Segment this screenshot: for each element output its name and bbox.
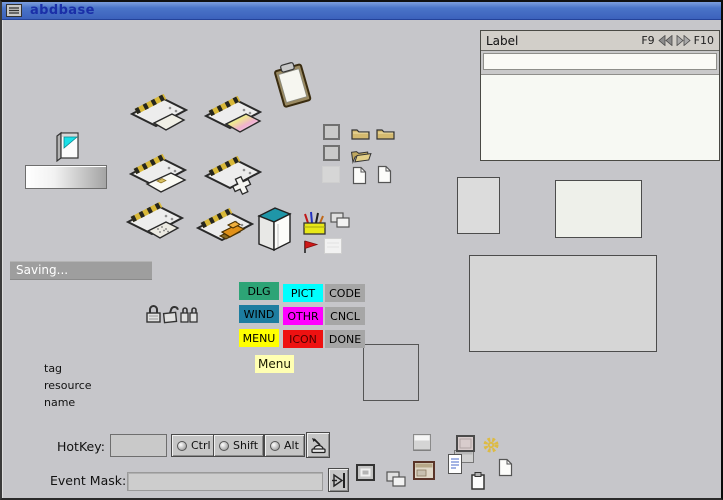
page-icon[interactable] [498,458,513,477]
folder-open-icon[interactable] [350,147,373,164]
document-icon[interactable] [352,166,367,185]
lock-pair-icon[interactable] [180,303,200,324]
preview-box-medium[interactable] [555,180,642,238]
paintbox-icon[interactable] [301,208,329,238]
alt-radio[interactable] [270,441,280,451]
window-plain-icon[interactable] [456,435,475,452]
label-list[interactable] [481,74,719,160]
resource-label: resource [44,379,92,392]
square-slot-icon[interactable] [323,145,340,161]
menu-tag[interactable]: Menu [255,355,294,373]
tag-label: tag [44,362,62,375]
clipboard-small-icon[interactable] [471,472,485,490]
window-raised-icon[interactable] [413,434,431,451]
window-3d-icon[interactable] [52,128,82,162]
alt-toggle[interactable]: Alt [264,434,305,457]
dlg-button[interactable]: DLG [239,282,279,300]
nested-squares-icon[interactable] [356,464,375,481]
label-panel-title: Label [486,34,641,48]
titlebar[interactable]: abdbase [2,2,721,20]
icon-button[interactable]: ICON [283,330,323,348]
shift-radio[interactable] [219,441,229,451]
hotkey-pick-button[interactable] [306,432,330,458]
preview-box-large[interactable] [469,255,657,352]
done-button[interactable]: DONE [325,330,365,348]
window-dark-icon[interactable] [413,461,435,480]
next-arrows-icon[interactable] [676,35,691,46]
builder-template-icon[interactable] [194,204,254,260]
code-button[interactable]: CODE [325,284,365,302]
ctrl-radio[interactable] [177,441,187,451]
label-panel-header: Label F9 F10 [481,31,719,51]
lock-closed-icon[interactable] [145,303,162,324]
ctrl-toggle[interactable]: Ctrl [171,434,217,457]
gear-icon[interactable] [483,437,499,453]
gradient-bar[interactable] [25,165,107,189]
cncl-button[interactable]: CNCL [325,307,365,325]
preview-box-small[interactable] [457,177,500,234]
key-next-label: F10 [694,34,714,47]
event-mask-label: Event Mask: [50,473,126,488]
folder-icon[interactable] [351,126,371,141]
enter-arrow-icon [331,471,347,490]
flag-icon[interactable] [300,238,321,255]
square-slot-icon[interactable] [323,124,340,140]
stamp-icon [309,436,327,454]
clipboard-icon[interactable] [268,60,318,110]
event-mask-pick-button[interactable] [328,468,349,492]
prev-arrows-icon[interactable] [658,35,673,46]
label-input[interactable] [484,58,716,73]
folder-icon[interactable] [376,126,396,141]
key-prev-label: F9 [641,34,654,47]
othr-button[interactable]: OTHR [283,307,323,325]
pict-button[interactable]: PICT [283,284,323,302]
hotkey-input[interactable] [110,434,167,457]
square-slot-icon[interactable] [322,166,340,183]
tool-template-icon[interactable] [202,152,262,210]
hotkey-label: HotKey: [57,439,105,454]
book-icon[interactable] [257,204,293,254]
status-saving: Saving... [10,261,152,280]
label-panel: Label F9 F10 [480,30,720,161]
event-mask-input[interactable] [127,472,323,491]
name-label: name [44,396,75,409]
app-window: abdbase Label F9 F10 [0,0,723,500]
dialog-template-icon[interactable] [128,90,188,146]
document-icon[interactable] [377,165,392,184]
window-menu-icon[interactable] [6,4,22,17]
window-title: abdbase [30,3,95,18]
preview-box-outline[interactable] [363,344,419,401]
lock-open-icon[interactable] [162,302,179,324]
wind-button[interactable]: WIND [239,305,279,323]
picture-template-icon[interactable] [202,92,262,148]
blank-box-icon[interactable] [324,238,342,254]
menu-button[interactable]: MENU [239,329,279,347]
shift-toggle[interactable]: Shift [213,434,264,457]
cascade-windows-icon[interactable] [330,212,351,229]
cascade-windows-icon[interactable] [386,471,407,488]
keypad-template-icon[interactable] [124,198,186,256]
